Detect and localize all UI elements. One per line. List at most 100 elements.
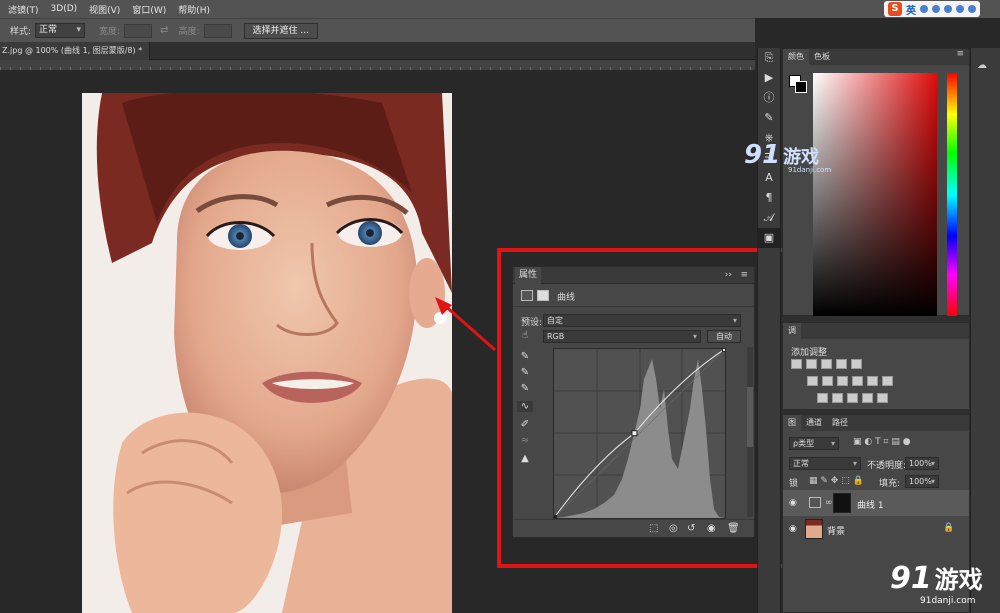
ime-toolbar[interactable]: S 英 [884,1,980,17]
height-field[interactable] [203,23,232,38]
color-panel-menu-icon[interactable]: ≡ [956,49,964,65]
hue-saturation-icon[interactable] [807,376,818,386]
tab-swatches[interactable]: 色板 [809,49,835,65]
menu-view[interactable]: 视图(V) [89,3,120,16]
close-tab-icon[interactable]: × [149,46,150,55]
exposure-icon[interactable] [836,359,847,369]
info-icon[interactable]: ⓘ [758,88,780,108]
gradient-map-icon[interactable] [862,393,873,403]
style-select[interactable]: 正常 [35,23,86,38]
actions-play-icon[interactable]: ▶ [758,68,780,88]
menu-filter[interactable]: 滤镜(T) [8,3,39,16]
layer-name[interactable]: 背景 [827,524,845,537]
horizontal-ruler [0,60,755,71]
link-icon[interactable]: ∞ [825,498,833,508]
menu-window[interactable]: 窗口(W) [132,3,166,16]
layer-visibility-icon[interactable]: ◉ [789,524,797,534]
fill-field[interactable]: 100% [905,475,939,488]
opacity-label: 不透明度: [867,461,907,471]
side-panel-toolbar: ⎘ ▶ ⓘ ✎ ⎈ ☰ A ¶ 𝒜 ▣ [757,48,781,613]
adjustments-panel-titlebar: 调 [783,323,969,339]
history-icon[interactable]: ⎘ [758,48,780,68]
levels-icon[interactable] [806,359,817,369]
layer-mask-thumbnail[interactable] [833,493,851,513]
adjustment-icons-row-2 [807,376,897,389]
photo-filter-icon[interactable] [852,376,863,386]
vibrance-icon[interactable] [851,359,862,369]
selective-color-icon[interactable] [877,393,888,403]
adjustment-icons-row-3 [817,393,892,406]
tab-paths[interactable]: 路径 [827,415,853,431]
layer-filter-select[interactable]: ρ类型 [789,437,839,450]
black-white-icon[interactable] [837,376,848,386]
layer-visibility-icon[interactable]: ◉ [789,498,797,508]
fill-label: 填充: [879,479,901,489]
color-lookup-icon[interactable] [882,376,893,386]
tab-layers[interactable]: 图 [783,415,801,431]
color-balance-icon[interactable] [822,376,833,386]
invert-icon[interactable] [817,393,828,403]
layer-row-curves[interactable]: ◉ ∞ 曲线 1 [783,490,969,516]
hue-slider[interactable] [947,73,957,316]
watermark-number: 91 [744,140,781,170]
layer-filter-icons[interactable]: ▣ ◐ T ⌗ ▤ ● [853,437,911,447]
portrait-photo [82,93,452,613]
blend-mode-select[interactable]: 正常 [789,457,861,470]
layer-thumbnail[interactable] [805,519,823,539]
background-color-swatch[interactable] [795,81,807,93]
menu-3d[interactable]: 3D(D) [51,4,78,14]
swap-icon[interactable]: ⇄ [160,25,168,36]
libraries-icon[interactable]: ☁ [977,60,987,71]
brightness-icon[interactable] [791,359,802,369]
add-adjustment-label: 添加调整 [791,348,828,358]
watermark-bottom: 91 游戏 91danji.com [890,560,1000,610]
layer-name[interactable]: 曲线 1 [857,498,884,511]
ime-skin-icon[interactable] [956,5,964,13]
watermark-number: 91 [890,561,932,596]
menu-help[interactable]: 帮助(H) [178,3,210,16]
glyphs-icon[interactable]: 𝒜 [758,208,780,228]
ime-logo-icon: S [888,2,902,16]
color-panel-tabs: 颜色 色板 ≡ [783,49,969,65]
adjustments-panel: 调 添加调整 [782,322,970,410]
menu-bar: 滤镜(T) 3D(D) 视图(V) 窗口(W) 帮助(H) [0,0,1000,18]
document-tab[interactable]: Z.jpg @ 100% (曲线 1, 图层蒙版/8) * × [0,42,150,60]
adjustment-icons-row-1 [791,359,866,372]
ime-emoji-icon[interactable] [920,5,928,13]
tab-adjustments[interactable]: 调 [783,323,801,339]
channel-mixer-icon[interactable] [867,376,878,386]
threshold-icon[interactable] [847,393,858,403]
height-label: 高度: [178,27,200,37]
curves-icon[interactable] [821,359,832,369]
ime-tools-icon[interactable] [968,5,976,13]
opacity-field[interactable]: 100% [905,457,939,470]
posterize-icon[interactable] [832,393,843,403]
properties-panel-icon[interactable]: ▣ [758,228,780,248]
layer-row-background[interactable]: ◉ 背景 🔒 [783,516,969,542]
red-arrow-icon [435,297,496,352]
watermark-url: 91danji.com [788,166,832,174]
select-and-mask-button[interactable]: 选择并遮住 ... [243,22,318,39]
collapsed-panel-strip: ☁ [970,48,1000,613]
watermark-top: 91 游戏 91danji.com [744,140,844,180]
ime-voice-icon[interactable] [932,5,940,13]
ime-language[interactable]: 英 [906,2,916,17]
brush-presets-icon[interactable]: ✎ [758,108,780,128]
layers-panel-tabs: 图 通道 路径 [783,415,969,431]
layer-lock-icon: 🔒 [943,523,955,533]
width-field[interactable] [124,23,153,38]
document-tab-title: Z.jpg @ 100% (曲线 1, 图层蒙版/8) * [2,46,143,55]
watermark-text: 游戏 [783,147,820,168]
document-tab-bar: Z.jpg @ 100% (曲线 1, 图层蒙版/8) * × [0,42,755,60]
ime-keyboard-icon[interactable] [944,5,952,13]
options-bar: 样式: 正常 宽度: ⇄ 高度: 选择并遮住 ... [0,18,755,42]
tab-color[interactable]: 颜色 [783,49,809,65]
paragraph-icon[interactable]: ¶ [758,188,780,208]
watermark-url: 91danji.com [920,596,976,606]
tab-channels[interactable]: 通道 [801,415,827,431]
color-picker-field[interactable] [813,73,937,316]
lock-icons[interactable]: ▦ ✎ ✥ ⬚ 🔒 [809,476,864,486]
color-panel: 颜色 色板 ≡ [782,48,970,316]
curves-layer-icon [809,497,821,508]
width-label: 宽度: [99,27,121,37]
